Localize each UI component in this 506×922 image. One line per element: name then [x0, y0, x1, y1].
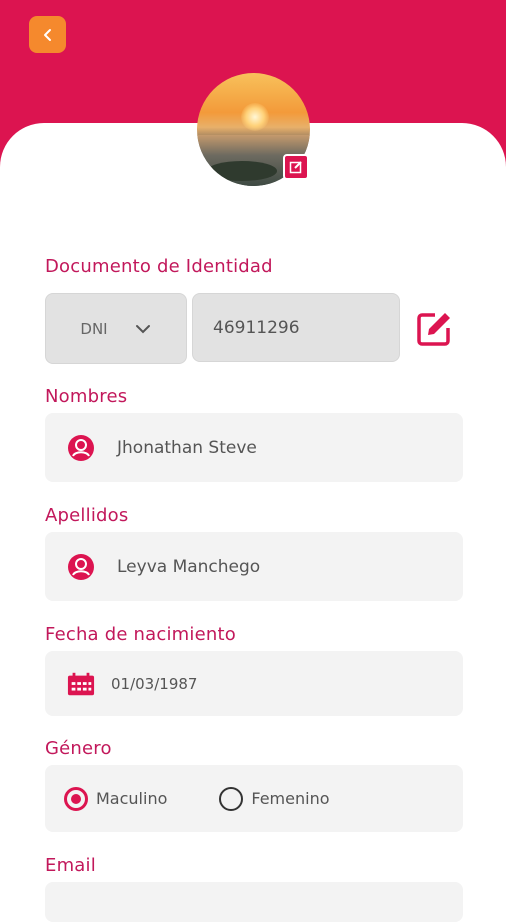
birth-date-label: Fecha de nacimiento — [45, 624, 236, 645]
edit-icon — [417, 313, 450, 346]
first-name-field[interactable]: Jhonathan Steve — [45, 413, 463, 482]
user-icon — [67, 553, 95, 581]
edit-document-button[interactable] — [415, 310, 453, 348]
gender-label: Género — [45, 738, 112, 759]
edit-icon — [289, 161, 302, 174]
calendar-icon — [67, 670, 95, 698]
profile-photo[interactable] — [197, 73, 310, 186]
back-button[interactable] — [29, 16, 66, 53]
radio-unselected-icon — [219, 786, 244, 811]
email-label: Email — [45, 855, 96, 876]
first-name-label: Nombres — [45, 386, 128, 407]
document-number-value: 46911296 — [213, 317, 300, 338]
last-name-value: Leyva Manchego — [117, 556, 261, 577]
gender-options: Maculino Femenino — [45, 765, 463, 832]
document-label: Documento de Identidad — [45, 256, 273, 277]
gender-male-label: Maculino — [96, 789, 168, 808]
gender-female-radio[interactable]: Femenino — [219, 786, 330, 811]
document-type-select[interactable]: DNI — [45, 293, 187, 364]
birth-date-value: 01/03/1987 — [111, 674, 198, 693]
email-field[interactable] — [45, 882, 463, 922]
radio-selected-icon — [64, 786, 88, 811]
document-type-value: DNI — [80, 319, 108, 338]
gender-female-label: Femenino — [251, 789, 330, 808]
chevron-left-icon — [43, 28, 51, 41]
chevron-down-icon — [135, 324, 150, 333]
photo-edit-button[interactable] — [283, 154, 309, 180]
user-icon — [67, 434, 95, 462]
document-number-input[interactable]: 46911296 — [192, 293, 400, 362]
last-name-label: Apellidos — [45, 505, 129, 526]
first-name-value: Jhonathan Steve — [117, 437, 257, 458]
birth-date-field[interactable]: 01/03/1987 — [45, 651, 463, 716]
gender-male-radio[interactable]: Maculino — [64, 786, 168, 811]
last-name-field[interactable]: Leyva Manchego — [45, 532, 463, 601]
